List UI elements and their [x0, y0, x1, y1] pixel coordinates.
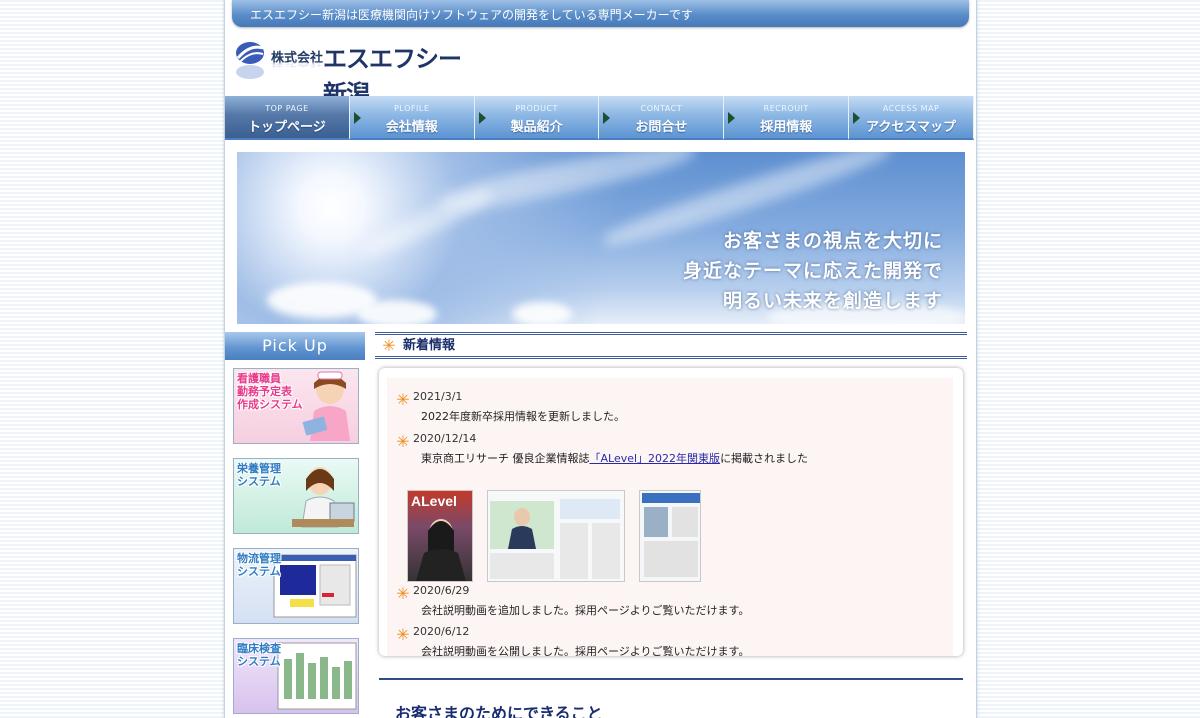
pickup-logistics[interactable]: 物流管理 システム [233, 548, 359, 624]
news-text: 2022年度新卒採用情報を更新しました。 [421, 410, 625, 423]
nav-label-en: TOP PAGE [265, 104, 309, 113]
magazine-cover-title: ALevel [411, 493, 457, 509]
global-nav: TOP PAGE トップページ PLOFILE 会社情報 PRODUCT 製品紹… [225, 96, 974, 140]
chevron-right-icon [603, 112, 611, 124]
logo-reflection: 株式会社 [271, 60, 324, 68]
nav-product[interactable]: PRODUCT 製品紹介 [474, 96, 600, 140]
nav-label-en: ACCESS MAP [882, 104, 940, 113]
asterisk-bullet-icon: ✳ [382, 336, 396, 355]
news-date: 2021/3/1 [413, 390, 463, 403]
article-page-icon [488, 491, 624, 581]
hero-line: 身近なテーマに応えた開発で [682, 260, 943, 282]
magazine-cover-thumbnail[interactable]: ALevel [407, 490, 473, 582]
nav-recruit[interactable]: RECROUIT 採用情報 [724, 96, 850, 140]
pickup-label: 看護職員 勤務予定表 作成システム [237, 372, 303, 411]
news-text: 会社説明動画を公開しました。採用ページよりご覧いただけます。 [421, 645, 750, 656]
pickup-title: Pick Up [225, 332, 365, 360]
company-logo[interactable]: 株式会社 エスエフシー新潟 株式会社 [235, 38, 475, 108]
news-heading: ✳ 新着情報 [375, 332, 967, 359]
nav-label-jp: 会社情報 [385, 120, 438, 135]
nav-access-map[interactable]: ACCESS MAP アクセスマップ [849, 96, 974, 140]
news-text-before: 東京商工リサーチ 優良企業情報誌 [421, 452, 590, 465]
tagline-text: エスエフシー新潟は医療機関向けソフトウェアの開発をしている専門メーカーです [250, 8, 693, 22]
pickup-lab-test[interactable]: 臨床検査 システム [233, 638, 359, 714]
nav-top-page[interactable]: TOP PAGE トップページ [225, 96, 350, 140]
article-page-icon [640, 491, 700, 581]
pickup-nurse-schedule[interactable]: 看護職員 勤務予定表 作成システム [233, 368, 359, 444]
cloud-streak [358, 183, 496, 263]
news-date: 2020/6/12 [413, 625, 470, 638]
pickup-nutrition[interactable]: 栄養管理 システム [233, 458, 359, 534]
asterisk-bullet-icon: ✳ [396, 390, 410, 409]
hero-line: 明るい未来を創造します [722, 290, 943, 312]
news-text-after: に掲載されました [720, 452, 809, 465]
nav-label-jp: 採用情報 [760, 120, 813, 135]
pickup-label: 臨床検査 システム [237, 642, 281, 668]
nav-label-en: PRODUCT [515, 104, 558, 113]
hero-banner: お客さまの視点を大切に 身近なテーマに応えた開発で 明るい未来を創造します [237, 152, 965, 324]
logo-mark-icon [236, 42, 264, 79]
news-text: 東京商工リサーチ 優良企業情報誌「ALevel」2022年関東版に掲載されました [421, 450, 808, 466]
news-text: 会社説明動画を追加しました。採用ページよりご覧いただけます。 [421, 604, 750, 617]
chevron-right-icon [728, 112, 736, 124]
asterisk-bullet-icon: ✳ [396, 625, 410, 644]
asterisk-bullet-icon: ✳ [396, 432, 410, 451]
nav-label-jp: 製品紹介 [510, 120, 563, 135]
nav-profile[interactable]: PLOFILE 会社情報 [349, 96, 475, 140]
news-scroll-area[interactable]: ✳ 2021/3/1 2022年度新卒採用情報を更新しました。 ✳ 2020/1… [387, 378, 953, 656]
hero-line: お客さまの視点を大切に [722, 230, 943, 252]
nav-contact[interactable]: CONTACT お問合せ [599, 96, 725, 140]
person-photo-icon [416, 519, 466, 581]
cloud [357, 300, 437, 324]
alevel-link[interactable]: 「ALevel」2022年関東版 [590, 452, 721, 465]
article-page-thumbnail[interactable] [639, 490, 701, 582]
nav-label-en: RECROUIT [763, 104, 809, 113]
nav-label-jp: お問合せ [635, 120, 688, 135]
nav-label-en: CONTACT [640, 104, 683, 113]
news-panel: ✳ 2021/3/1 2022年度新卒採用情報を更新しました。 ✳ 2020/1… [379, 368, 963, 656]
tagline-bar: エスエフシー新潟は医療機関向けソフトウェアの開発をしている専門メーカーです [232, 0, 969, 27]
nav-label-jp: アクセスマップ [866, 120, 957, 135]
news-title: 新着情報 [403, 338, 456, 353]
section-heading: お客さまのためにできること [379, 678, 963, 718]
news-date: 2020/12/14 [413, 432, 477, 445]
hero-copy: お客さまの視点を大切に 身近なテーマに応えた開発で 明るい未来を創造します [683, 226, 943, 316]
nav-label-en: PLOFILE [394, 104, 430, 113]
pickup-sidebar: Pick Up 看護職員 勤務予定表 作成システム 栄養管理 システム 物流管理… [225, 332, 365, 718]
chevron-right-icon [478, 112, 486, 124]
page-container: エスエフシー新潟は医療機関向けソフトウェアの開発をしている専門メーカーです 株式… [224, 0, 977, 718]
chevron-right-icon [853, 112, 861, 124]
nurse-figure-icon [302, 371, 350, 441]
pickup-label: 栄養管理 システム [237, 462, 281, 488]
staff-figure-icon [292, 467, 355, 528]
news-date: 2020/6/29 [413, 584, 470, 597]
pickup-label: 物流管理 システム [237, 552, 281, 578]
nav-label-jp: トップページ [248, 120, 326, 135]
cloud [512, 302, 572, 324]
article-spread-thumbnail[interactable] [487, 490, 625, 582]
asterisk-bullet-icon: ✳ [396, 584, 410, 603]
chevron-right-icon [353, 112, 361, 124]
